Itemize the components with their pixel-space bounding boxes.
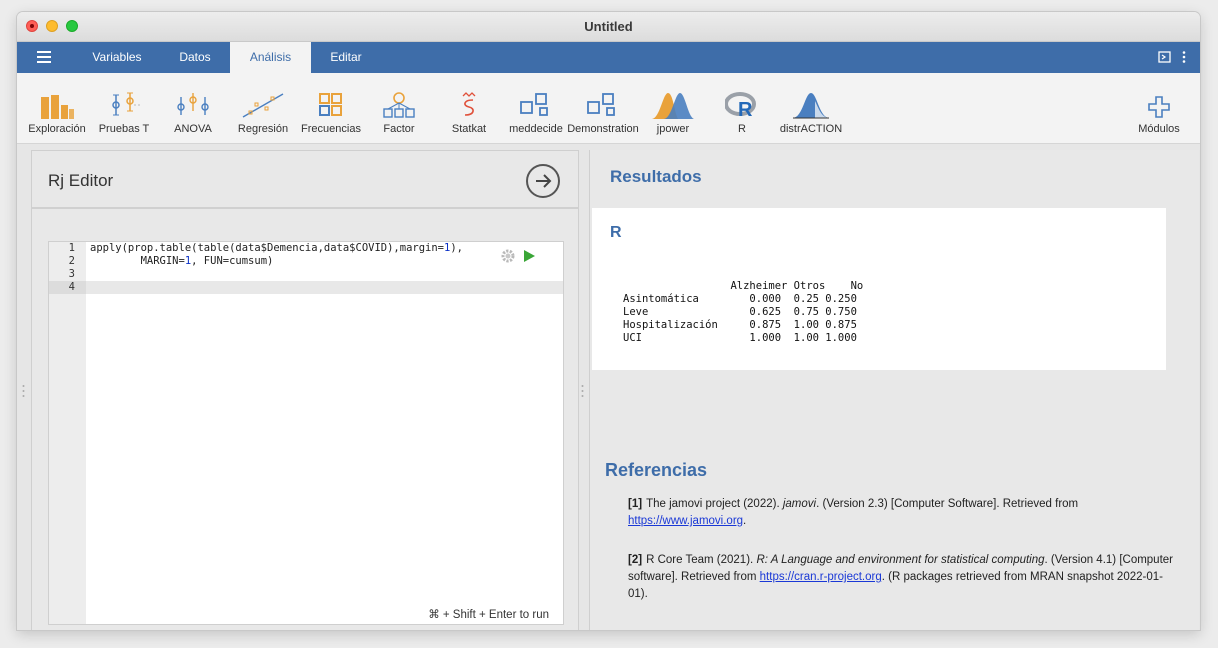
svg-text:R: R bbox=[738, 99, 753, 119]
references-title: Referencias bbox=[605, 460, 708, 480]
distraction-icon bbox=[793, 93, 829, 119]
menu-bar: Variables Datos Análisis Editar bbox=[17, 42, 1200, 73]
jpower-icon bbox=[652, 93, 694, 119]
active-line-highlight bbox=[86, 281, 563, 294]
factor-icon bbox=[383, 92, 415, 118]
run-hint: ⌘ + Shift + Enter to run bbox=[428, 609, 549, 621]
left-resize-handle[interactable] bbox=[22, 384, 25, 401]
tab-datos[interactable]: Datos bbox=[160, 42, 230, 73]
line-number: 1 bbox=[68, 242, 75, 254]
r-output-table: Alzheimer Otros No Asintomática 0.000 0.… bbox=[623, 280, 864, 344]
tab-editar[interactable]: Editar bbox=[311, 42, 381, 73]
toolbar-statkat[interactable]: Statkat bbox=[441, 73, 497, 135]
rj-editor-panel: Rj Editor 1 2 3 4 apply(prop.table(table… bbox=[31, 150, 579, 630]
plus-icon bbox=[1148, 96, 1170, 118]
results-title: Resultados bbox=[610, 167, 702, 186]
title-bar: Untitled bbox=[17, 12, 1200, 42]
toolbar-r[interactable]: R R bbox=[717, 73, 767, 135]
code-editor[interactable]: 1 2 3 4 apply(prop.table(table(data$Deme… bbox=[48, 241, 564, 625]
toolbar-jpower[interactable]: jpower bbox=[647, 73, 699, 135]
line-gutter: 1 2 3 4 bbox=[49, 242, 86, 624]
toolbar-anova[interactable]: ANOVA bbox=[165, 73, 221, 135]
run-arrow-button[interactable] bbox=[526, 164, 560, 198]
reference-item: [2] R Core Team (2021). R: A Language and… bbox=[628, 554, 1174, 600]
code-text[interactable]: apply(prop.table(table(data$Demencia,dat… bbox=[90, 242, 463, 268]
code-line: MARGIN=1, FUN=cumsum) bbox=[90, 255, 274, 267]
gear-icon[interactable] bbox=[501, 249, 515, 263]
window-title: Untitled bbox=[584, 19, 633, 34]
r-output-heading: R bbox=[610, 224, 622, 241]
demonstration-icon bbox=[587, 93, 615, 116]
menubar-right-controls bbox=[1158, 50, 1188, 67]
toolbar-factor[interactable]: Factor bbox=[373, 73, 425, 135]
statkat-icon bbox=[462, 92, 476, 116]
toolbar-frecuencias[interactable]: Frecuencias bbox=[297, 73, 365, 135]
toolbar-modulos[interactable]: Módulos bbox=[1129, 73, 1189, 135]
toolbar-demonstration[interactable]: Demonstration bbox=[565, 73, 641, 135]
toolbar-distraction[interactable]: distrACTION bbox=[775, 73, 847, 135]
r-logo-icon: R bbox=[725, 92, 756, 119]
app-window: Untitled Variables Datos Análisis Editar… bbox=[17, 12, 1200, 630]
r-output-box: R Alzheimer Otros No Asintomática 0.000 … bbox=[592, 208, 1166, 370]
toolbar-regresion[interactable]: Regresión bbox=[233, 73, 293, 135]
t-tests-icon bbox=[112, 92, 142, 116]
reference-item: [1] The jamovi project (2022). jamovi. (V… bbox=[628, 498, 1079, 527]
exploration-bars-icon bbox=[41, 95, 74, 119]
editor-title: Rj Editor bbox=[48, 171, 114, 190]
view-mode-icon[interactable] bbox=[1158, 50, 1188, 64]
line-number-active: 4 bbox=[49, 281, 86, 294]
reference-link[interactable]: https://cran.r-project.org bbox=[760, 571, 882, 583]
center-resize-handle[interactable] bbox=[581, 384, 584, 401]
tab-variables[interactable]: Variables bbox=[74, 42, 160, 73]
editor-header: Rj Editor bbox=[32, 151, 578, 209]
toolbar-exploracion[interactable]: Exploración bbox=[23, 73, 91, 135]
arrow-right-icon bbox=[536, 174, 552, 188]
meddecide-icon bbox=[520, 93, 548, 116]
anova-icon bbox=[177, 93, 209, 115]
play-icon[interactable] bbox=[524, 250, 535, 262]
editor-actions bbox=[501, 249, 535, 263]
toolbar-pruebas-t[interactable]: Pruebas T bbox=[93, 73, 155, 135]
toolbar-meddecide[interactable]: meddecide bbox=[506, 73, 566, 135]
analysis-toolbar: Exploración Pruebas T ANOVA Regresión Fr… bbox=[17, 73, 1200, 144]
tab-analisis[interactable]: Análisis bbox=[230, 42, 311, 73]
reference-link[interactable]: https://www.jamovi.org bbox=[628, 515, 743, 527]
hamburger-menu-icon[interactable] bbox=[37, 51, 51, 66]
line-number: 3 bbox=[68, 268, 75, 280]
code-line: apply(prop.table(table(data$Demencia,dat… bbox=[90, 242, 463, 254]
regression-icon bbox=[242, 93, 284, 118]
results-panel: Resultados R Alzheimer Otros No Asintomá… bbox=[589, 150, 1199, 630]
line-number: 2 bbox=[68, 255, 75, 267]
frequencies-icon bbox=[319, 93, 342, 116]
